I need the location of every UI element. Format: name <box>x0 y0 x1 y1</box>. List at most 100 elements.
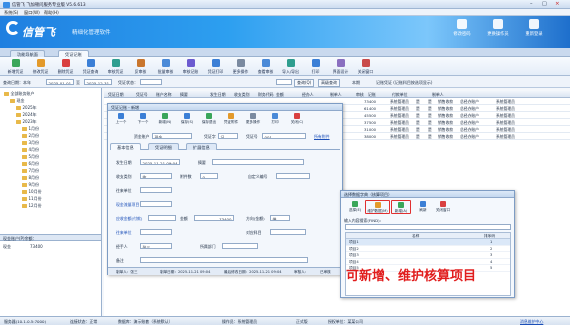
item-toolbar-button-0[interactable]: 选择(E) <box>345 200 365 214</box>
amount-input[interactable]: 73400 <box>194 215 234 221</box>
item-toolbar-button-2[interactable]: 新增(A) <box>391 200 411 214</box>
all-attachments-link[interactable]: 所有附件 <box>314 134 330 140</box>
tree-item[interactable]: 9月份 <box>22 182 39 188</box>
tab-voucher-detail[interactable]: 凭证明细 <box>148 143 179 150</box>
voucher-toolbar-button-4[interactable]: 保存退出 <box>200 113 218 125</box>
date-input[interactable]: 2025-11-21 09:04 <box>140 159 180 165</box>
voucher-no-input[interactable]: 001 <box>262 133 306 139</box>
item-search-input[interactable] <box>345 224 511 230</box>
cashflow-select[interactable] <box>140 201 172 207</box>
receivable-input[interactable] <box>148 215 176 221</box>
account-select[interactable]: 现金 <box>152 133 192 139</box>
item-toolbar-button-4[interactable]: 关闭窗口 <box>433 200 453 214</box>
toolbar-button-9[interactable]: 更多操作 <box>228 59 253 75</box>
tree-item[interactable]: 2023年 <box>16 119 37 125</box>
item-toolbar-button-1[interactable]: 维护数据(M) <box>365 200 390 214</box>
project-label[interactable]: 往来单位 <box>116 230 132 236</box>
voucher-toolbar-button-0[interactable]: 上一个 <box>112 113 130 125</box>
switch-operator-button[interactable]: 更换操作员 <box>482 19 514 37</box>
tree-item[interactable]: 2025年 <box>16 105 37 111</box>
advanced-query-button[interactable]: 高级查询 <box>318 79 340 87</box>
toolbar-button-13[interactable]: 界面设计 <box>328 59 353 75</box>
date-from-input[interactable]: 2025-01-01 <box>46 79 74 85</box>
make-time-text: 制单日期：2025-11-21 09:04 <box>160 269 211 274</box>
handler-select[interactable]: 张三 <box>140 243 172 249</box>
toolbar-button-2[interactable]: 删除凭证 <box>53 59 78 75</box>
tree-item[interactable]: 3月份 <box>22 140 39 146</box>
voucher-word-select[interactable]: 记 <box>218 133 238 139</box>
category-select[interactable]: 收 <box>140 173 172 179</box>
audited-checkbox[interactable]: 已审核 <box>320 270 331 275</box>
tab-basic-info[interactable]: 基本信息 <box>110 143 141 150</box>
toolbar-button-11[interactable]: 导入/导出 <box>278 59 303 75</box>
status-edition: 正式版 <box>296 319 308 324</box>
table-cell: 61400 <box>364 106 377 112</box>
tab-navigation[interactable]: 功能导航面 <box>10 49 45 57</box>
toolbar-button-3[interactable]: 凭证查询 <box>78 59 103 75</box>
receivable-label[interactable]: 应收金额(付款) <box>116 216 142 222</box>
contact-select[interactable] <box>140 187 172 193</box>
voucher-toolbar-button-2[interactable]: 新增(N) <box>156 113 174 125</box>
toolbar-button-12[interactable]: 打印 <box>303 59 328 75</box>
tree-item[interactable]: 7月份 <box>22 168 39 174</box>
tree-item[interactable]: 现金 <box>10 98 25 104</box>
tree-item[interactable]: 12月份 <box>22 203 42 209</box>
close-icon[interactable]: × <box>555 1 560 7</box>
voucher-toolbar-button-3[interactable]: 保存(S) <box>178 113 196 125</box>
tree-root[interactable]: 全部账务账户 <box>4 91 35 97</box>
project-select[interactable] <box>140 229 172 235</box>
toolbar-button-5[interactable]: 反审核 <box>128 59 153 75</box>
voucher-toolbar-button-5[interactable]: 凭证附件 <box>222 113 240 125</box>
tree-item[interactable]: 2月份 <box>22 133 39 139</box>
message-center-link[interactable]: 消息维护中心 <box>520 319 543 325</box>
tab-voucher[interactable]: 凭证记账 <box>58 49 89 57</box>
tree-item[interactable]: 6月份 <box>22 161 39 167</box>
voucher-toolbar-button-6[interactable]: 更多操作 <box>244 113 262 125</box>
tree-item[interactable]: 1月份 <box>22 126 39 132</box>
toolbar-button-10[interactable]: 查看审核 <box>253 59 278 75</box>
tree-item[interactable]: 11月份 <box>22 196 42 202</box>
item-toolbar-label: 新增(A) <box>394 209 408 213</box>
search-input[interactable] <box>276 79 292 85</box>
toolbar-button-0[interactable]: 新增凭证 <box>3 59 28 75</box>
attach-count-input[interactable]: 0 <box>200 173 218 179</box>
change-password-button[interactable]: 修改密码 <box>446 19 478 37</box>
item-sort: 1 <box>490 240 493 244</box>
query-button[interactable]: 查询(Q) <box>294 79 315 87</box>
direction-label: 方向(金额) <box>246 216 265 221</box>
toolbar-button-4[interactable]: 审核凭证 <box>103 59 128 75</box>
tree-item[interactable]: 5月份 <box>22 154 39 160</box>
maximize-icon[interactable]: □ <box>542 1 547 7</box>
tab-extended-info[interactable]: 扩展信息 <box>186 143 217 150</box>
note-input[interactable] <box>140 257 308 263</box>
voucher-toolbar-button-8[interactable]: 关闭(C) <box>288 113 306 125</box>
toolbar-button-8[interactable]: 凭证打印 <box>203 59 228 75</box>
voucher-toolbar-button-1[interactable]: 下一个 <box>134 113 152 125</box>
toolbar-button-14[interactable]: 关闭窗口 <box>353 59 378 75</box>
ref-account-select[interactable] <box>270 229 306 235</box>
relogin-button[interactable]: 重新登录 <box>518 19 550 37</box>
toolbar-button-1[interactable]: 修改凭证 <box>28 59 53 75</box>
custom-no-input[interactable] <box>276 173 310 179</box>
voucher-toolbar-button-7[interactable]: 打印 <box>266 113 284 125</box>
toolbar-button-6[interactable]: 批量审核 <box>153 59 178 75</box>
summary-input[interactable] <box>212 159 304 165</box>
cashflow-label[interactable]: 现金流量项目 <box>116 202 139 208</box>
voucher-status-select[interactable] <box>140 79 162 85</box>
dept-select[interactable] <box>222 243 258 249</box>
attach-count-label: 附件数 <box>180 174 192 179</box>
direction-select[interactable]: 借 <box>270 215 290 221</box>
relogin-icon <box>529 19 539 29</box>
tree-item[interactable]: 2024年 <box>16 112 37 118</box>
title-bar: 信管飞 飞加顿问服务专业版 V5.6.613 – □ × <box>0 0 570 9</box>
table-cell: 系统管理员 <box>390 134 409 140</box>
current-period-checkbox[interactable]: 本期 <box>352 80 360 86</box>
date-to-input[interactable]: 2025-12-31 <box>84 79 112 85</box>
toolbar-label: 导入/导出 <box>282 68 299 74</box>
toolbar-button-7[interactable]: 审核记账 <box>178 59 203 75</box>
tree-item[interactable]: 10月份 <box>22 189 42 195</box>
tree-item[interactable]: 8月份 <box>22 175 39 181</box>
minimize-icon[interactable]: – <box>530 1 533 7</box>
tree-item[interactable]: 4月份 <box>22 147 39 153</box>
item-toolbar-button-3[interactable]: 刷新 <box>413 200 433 214</box>
